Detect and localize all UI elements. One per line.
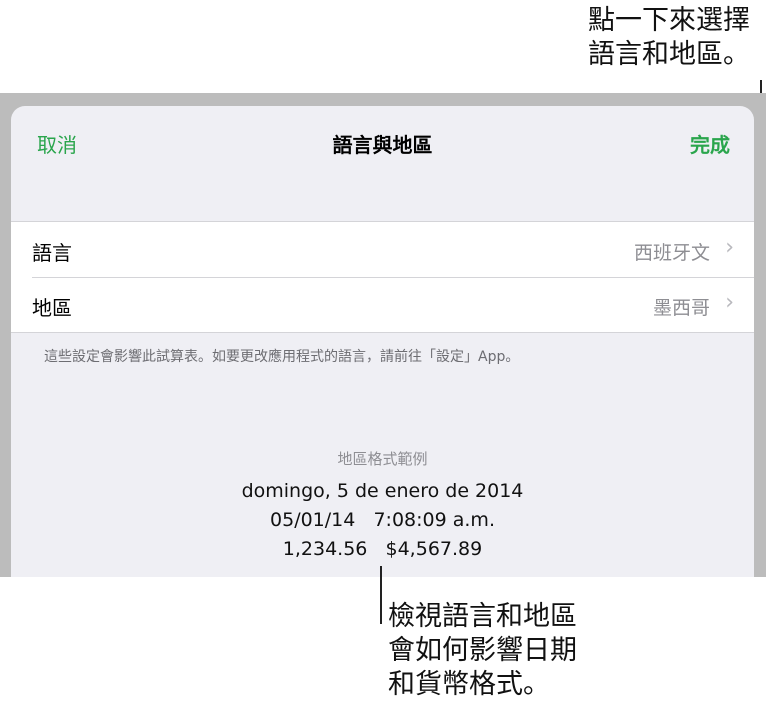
sheet-title: 語言與地區 [332, 133, 433, 157]
row-divider [32, 277, 754, 278]
settings-footnote: 這些設定會影響此試算表。如要更改應用程式的語言，請前往「設定」App。 [44, 349, 520, 365]
language-row[interactable]: 語言 西班牙文 › [11, 222, 754, 277]
done-button[interactable]: 完成 [690, 129, 730, 158]
language-region-sheet: 取消 語言與地區 完成 語言 西班牙文 › 地區 墨西哥 › 這些設定會影響此試… [11, 106, 754, 577]
region-row[interactable]: 地區 墨西哥 › [11, 277, 754, 332]
chevron-right-icon: › [725, 235, 734, 260]
region-value: 墨西哥 [652, 297, 710, 319]
region-label: 地區 [32, 296, 72, 320]
callout-select-language-region: 點一下來選擇 語言和地區。 [588, 5, 750, 70]
callout-leader-line-bottom [380, 566, 382, 624]
example-date: domingo, 5 de enero de 2014 [241, 480, 524, 502]
example-datetime: 05/01/14 7:08:09 a.m. [270, 509, 495, 531]
language-value: 西班牙文 [633, 242, 710, 264]
region-format-example-title: 地區格式範例 [337, 450, 428, 468]
example-numbers: 1,234.56 $4,567.89 [282, 538, 483, 560]
nav-bar: 取消 語言與地區 完成 [11, 106, 754, 178]
chevron-right-icon: › [725, 290, 734, 315]
language-label: 語言 [32, 241, 72, 265]
settings-list: 語言 西班牙文 › 地區 墨西哥 › [11, 221, 754, 333]
callout-format-preview: 檢視語言和地區 會如何影響日期 和貨幣格式。 [388, 601, 577, 700]
